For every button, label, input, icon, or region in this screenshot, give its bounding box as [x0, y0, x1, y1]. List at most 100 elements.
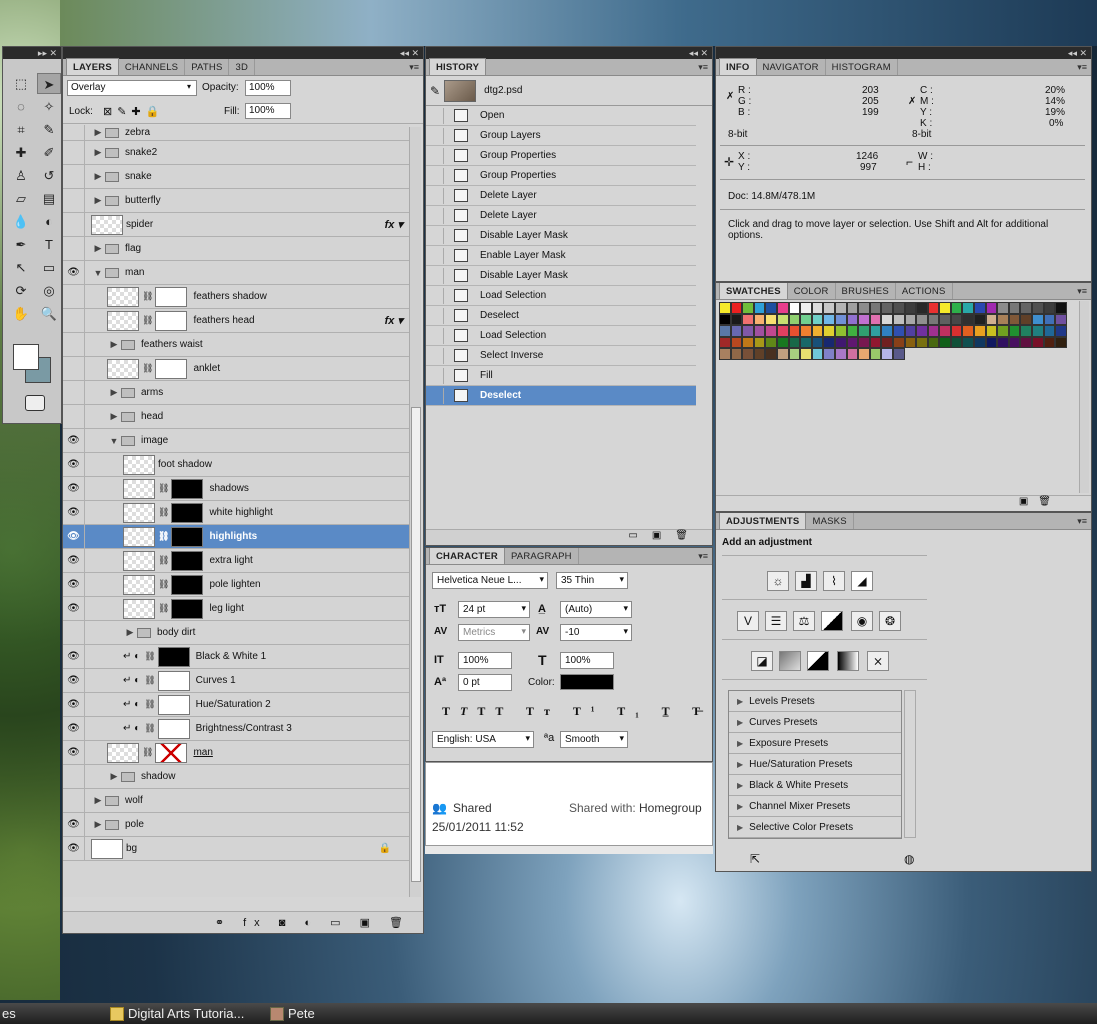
- history-source-box[interactable]: [428, 187, 444, 204]
- history-step[interactable]: Deselect: [426, 386, 696, 406]
- color-swatch[interactable]: [1032, 313, 1044, 325]
- layer-row[interactable]: 👁 ⛓ white highlight: [63, 501, 409, 525]
- color-swatch[interactable]: [974, 336, 986, 348]
- color-swatch[interactable]: [719, 302, 731, 314]
- color-swatch[interactable]: [800, 302, 812, 314]
- layers-scrollbar[interactable]: [409, 127, 421, 897]
- layer-row[interactable]: 👁 ⛓ pole lighten: [63, 573, 409, 597]
- invert-icon[interactable]: ◪: [751, 651, 773, 671]
- color-swatch[interactable]: [846, 302, 859, 314]
- history-step[interactable]: Group Properties: [426, 146, 696, 166]
- visibility-eye-icon[interactable]: [63, 621, 85, 644]
- color-swatch[interactable]: [776, 336, 789, 348]
- color-swatch[interactable]: [776, 348, 789, 360]
- layer-row[interactable]: ▶ body dirt: [63, 621, 409, 645]
- color-swatch[interactable]: [811, 302, 824, 314]
- vibrance-icon[interactable]: V: [737, 611, 759, 631]
- color-swatch[interactable]: [950, 336, 963, 348]
- brush-tool-icon[interactable]: ✐: [37, 142, 61, 163]
- history-brush-source-icon[interactable]: ✎: [430, 84, 440, 98]
- visibility-eye-icon[interactable]: 👁: [63, 477, 85, 500]
- layer-row[interactable]: 👁 ▶ pole: [63, 813, 409, 837]
- panel-menu-icon[interactable]: ▾≡: [1077, 286, 1087, 297]
- expand-triangle-icon[interactable]: ▶: [91, 795, 105, 806]
- lock-icons[interactable]: ⊠✎✚🔒: [103, 105, 164, 118]
- color-swatch[interactable]: [765, 348, 777, 360]
- layer-row[interactable]: 👁 ▼ man: [63, 261, 409, 285]
- color-swatch[interactable]: [974, 325, 986, 337]
- color-swatch[interactable]: [904, 313, 917, 325]
- color-swatch[interactable]: [1020, 302, 1033, 314]
- channel-mixer-icon[interactable]: ❂: [879, 611, 901, 631]
- color-swatch[interactable]: [985, 325, 998, 337]
- tools-titlebar[interactable]: ▸▸ ✕: [3, 47, 61, 59]
- gradient-tool-icon[interactable]: ▤: [37, 188, 61, 209]
- layer-effects-icon[interactable]: fx ▾: [385, 218, 403, 231]
- color-swatch[interactable]: [997, 336, 1009, 348]
- layer-row[interactable]: ▶ feathers waist: [63, 333, 409, 357]
- color-swatch[interactable]: [776, 302, 789, 314]
- color-swatch[interactable]: [730, 313, 743, 325]
- kerning-select[interactable]: Metrics: [458, 624, 530, 641]
- color-swatch[interactable]: [788, 348, 801, 360]
- color-swatch[interactable]: [823, 302, 835, 314]
- layer-mask-thumbnail[interactable]: [157, 670, 190, 691]
- history-source-box[interactable]: [428, 227, 444, 244]
- history-brush-tool-icon[interactable]: ↺: [37, 165, 61, 186]
- curves-icon[interactable]: ⌇: [823, 571, 845, 591]
- text-style-buttons[interactable]: TTTT Tт T¹ T₁ T̲ T̶: [442, 704, 710, 719]
- zoom-tool-icon[interactable]: 🔍: [37, 303, 61, 324]
- expand-triangle-icon[interactable]: ▶: [91, 171, 105, 182]
- lasso-tool-icon[interactable]: ◌: [9, 96, 33, 117]
- color-swatch[interactable]: [719, 348, 731, 360]
- text-color-swatch[interactable]: [560, 674, 614, 690]
- adjustment-preset-item[interactable]: Curves Presets: [729, 712, 901, 733]
- history-source-box[interactable]: [428, 387, 444, 404]
- tab-layers[interactable]: LAYERS: [66, 58, 119, 75]
- color-swatch[interactable]: [1043, 313, 1056, 325]
- tab-3d[interactable]: 3D: [229, 59, 256, 75]
- history-source-box[interactable]: [428, 327, 444, 344]
- visibility-eye-icon[interactable]: 👁: [63, 429, 85, 452]
- layer-row[interactable]: ▶ snake2: [63, 141, 409, 165]
- color-swatch[interactable]: [916, 325, 928, 337]
- history-source-box[interactable]: [428, 107, 444, 124]
- color-swatch[interactable]: [974, 302, 986, 314]
- layer-row[interactable]: 👁 ↵ ◐ ⛓ Brightness/Contrast 3: [63, 717, 409, 741]
- color-swatch[interactable]: [904, 325, 917, 337]
- color-swatch[interactable]: [858, 325, 870, 337]
- history-source-box[interactable]: [428, 147, 444, 164]
- color-swatch[interactable]: [1055, 302, 1067, 314]
- color-swatch[interactable]: [881, 325, 893, 337]
- color-swatch[interactable]: [753, 325, 766, 337]
- tab-masks[interactable]: MASKS: [806, 513, 854, 529]
- taskbar-stub[interactable]: es: [0, 1005, 16, 1023]
- tab-color[interactable]: COLOR: [788, 283, 836, 299]
- color-swatch[interactable]: [753, 348, 766, 360]
- expand-triangle-icon[interactable]: ▶: [91, 195, 105, 206]
- color-swatch[interactable]: [742, 325, 754, 337]
- color-swatch[interactable]: [765, 302, 777, 314]
- visibility-eye-icon[interactable]: [63, 189, 85, 212]
- presets-scrollbar[interactable]: [904, 690, 916, 838]
- color-swatch[interactable]: [742, 348, 754, 360]
- history-source-box[interactable]: [428, 367, 444, 384]
- adjustment-preset-item[interactable]: Black & White Presets: [729, 775, 901, 796]
- color-swatch[interactable]: [753, 313, 766, 325]
- layer-row[interactable]: ⛓ feathers head fx ▾: [63, 309, 409, 333]
- expand-triangle-icon[interactable]: ▶: [107, 771, 121, 782]
- visibility-eye-icon[interactable]: [63, 125, 85, 140]
- color-swatch[interactable]: [823, 325, 835, 337]
- black-white-icon[interactable]: [821, 611, 843, 631]
- visibility-eye-icon[interactable]: [63, 789, 85, 812]
- color-swatch[interactable]: [892, 302, 905, 314]
- color-swatch[interactable]: [730, 348, 743, 360]
- expand-triangle-icon[interactable]: ▶: [107, 411, 121, 422]
- color-swatch[interactable]: [1008, 325, 1021, 337]
- path-selection-tool-icon[interactable]: ↖: [9, 257, 33, 278]
- foreground-color-swatch[interactable]: [13, 344, 39, 370]
- color-swatch[interactable]: [858, 348, 870, 360]
- visibility-eye-icon[interactable]: [63, 381, 85, 404]
- threshold-icon[interactable]: [807, 651, 829, 671]
- color-swatch[interactable]: [927, 325, 940, 337]
